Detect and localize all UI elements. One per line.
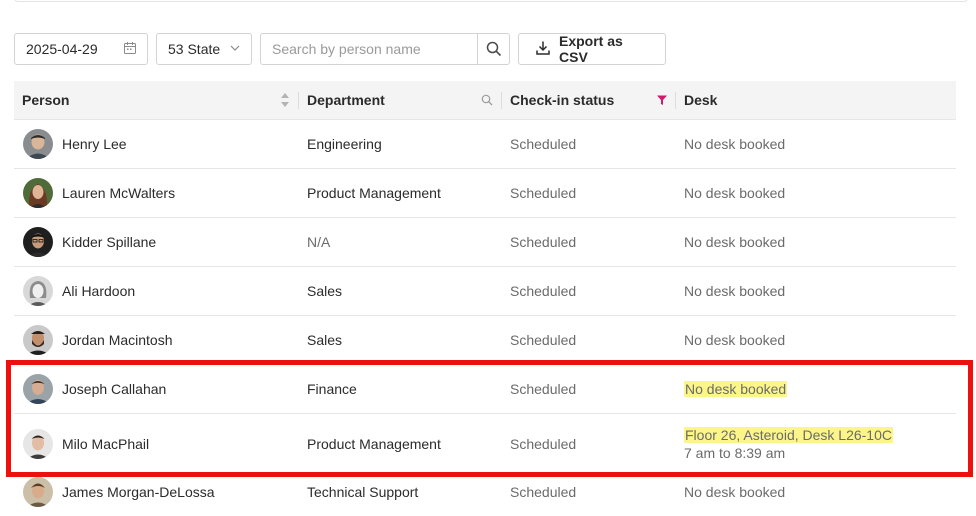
desk-cell: No desk booked	[684, 484, 786, 500]
checkin-status-cell: Scheduled	[510, 435, 577, 452]
department-cell: Sales	[307, 332, 343, 348]
department-cell: Sales	[307, 283, 343, 299]
person-name: James Morgan-DeLossa	[62, 484, 215, 500]
department-cell: Engineering	[307, 136, 382, 152]
person-cell: Henry Lee	[14, 129, 299, 159]
department-cell: N/A	[307, 234, 331, 250]
table-row[interactable]: Henry Lee Engineering Scheduled No desk …	[14, 120, 956, 169]
sort-icon[interactable]	[280, 92, 290, 108]
desk-location: Floor 26, Asteroid, Desk L26-10C	[684, 426, 893, 443]
person-name: Joseph Callahan	[62, 381, 167, 397]
desk-cell: No desk booked	[676, 381, 956, 397]
column-header-person[interactable]: Person	[14, 81, 299, 120]
table-row[interactable]: Milo MacPhail Product Management Schedul…	[14, 414, 956, 474]
download-icon	[535, 40, 551, 59]
avatar	[23, 374, 53, 404]
person-cell: Jordan Macintosh	[14, 325, 299, 355]
desk-cell: No desk booked	[684, 185, 786, 201]
column-header-department[interactable]: Department	[299, 81, 502, 120]
checkin-status-cell: Scheduled	[510, 484, 577, 500]
date-picker[interactable]: 2025-04-29	[14, 33, 148, 65]
desk-cell: No desk booked	[684, 136, 786, 152]
person-name: Ali Hardoon	[62, 283, 136, 299]
desk-cell: No desk booked	[684, 283, 786, 299]
filter-toolbar: 2025-04-29 53 State Search by person nam…	[14, 33, 666, 65]
department-cell: Product Management	[307, 435, 441, 452]
table-row[interactable]: Kidder Spillane N/A Scheduled No desk bo…	[14, 218, 956, 267]
desk-cell: No desk booked	[684, 234, 786, 250]
person-name: Milo MacPhail	[62, 435, 150, 452]
person-name: Kidder Spillane	[62, 234, 157, 250]
date-value: 2025-04-29	[26, 41, 98, 57]
person-cell: Joseph Callahan	[14, 374, 299, 404]
desk-time: 7 am to 8:39 am	[684, 444, 786, 461]
table-row[interactable]: Joseph Callahan Finance Scheduled No des…	[14, 365, 956, 414]
avatar	[23, 129, 53, 159]
search-button[interactable]	[477, 34, 509, 64]
table-row[interactable]: James Morgan-DeLossa Technical Support S…	[14, 474, 956, 510]
search-input[interactable]: Search by person name	[261, 41, 477, 57]
checkin-status-cell: Scheduled	[510, 332, 577, 348]
filter-icon[interactable]	[656, 94, 668, 106]
top-panel-edge	[14, 0, 968, 2]
person-name: Jordan Macintosh	[62, 332, 173, 348]
table-row[interactable]: Jordan Macintosh Sales Scheduled No desk…	[14, 316, 956, 365]
desk-cell: Floor 26, Asteroid, Desk L26-10C 7 am to…	[676, 426, 956, 461]
search-icon[interactable]	[481, 94, 493, 106]
person-cell: Kidder Spillane	[14, 227, 299, 257]
table-header: Person Department Check-in status Desk	[14, 81, 956, 120]
search-icon	[486, 41, 501, 57]
export-label: Export as CSV	[559, 33, 623, 65]
avatar	[23, 477, 53, 507]
department-cell: Product Management	[307, 185, 441, 201]
checkin-status-cell: Scheduled	[510, 136, 577, 152]
avatar	[23, 325, 53, 355]
highlighted-desk-text: No desk booked	[684, 381, 788, 397]
person-search: Search by person name	[260, 33, 510, 65]
building-value: 53 State	[168, 41, 221, 57]
person-name: Henry Lee	[62, 136, 127, 152]
column-header-checkin[interactable]: Check-in status	[502, 81, 676, 120]
avatar	[23, 178, 53, 208]
department-cell: Finance	[307, 381, 357, 397]
checkin-status-cell: Scheduled	[510, 283, 577, 299]
table-row[interactable]: Lauren McWalters Product Management Sche…	[14, 169, 956, 218]
person-cell: Ali Hardoon	[14, 276, 299, 306]
export-csv-button[interactable]: Export as CSV	[518, 33, 666, 65]
person-cell: Milo MacPhail	[14, 428, 299, 459]
person-name: Lauren McWalters	[62, 185, 176, 201]
avatar	[23, 428, 53, 459]
calendar-icon	[123, 41, 137, 58]
column-header-desk[interactable]: Desk	[676, 81, 956, 120]
department-cell: Technical Support	[307, 484, 419, 500]
building-select[interactable]: 53 State	[156, 33, 252, 65]
checkin-status-cell: Scheduled	[510, 381, 577, 397]
checkin-status-cell: Scheduled	[510, 185, 577, 201]
chevron-down-icon	[229, 41, 241, 57]
person-cell: James Morgan-DeLossa	[14, 477, 299, 507]
avatar	[23, 227, 53, 257]
table-row[interactable]: Ali Hardoon Sales Scheduled No desk book…	[14, 267, 956, 316]
people-table: Person Department Check-in status Desk H…	[14, 81, 956, 510]
person-cell: Lauren McWalters	[14, 178, 299, 208]
avatar	[23, 276, 53, 306]
desk-cell: No desk booked	[684, 332, 786, 348]
checkin-status-cell: Scheduled	[510, 234, 577, 250]
